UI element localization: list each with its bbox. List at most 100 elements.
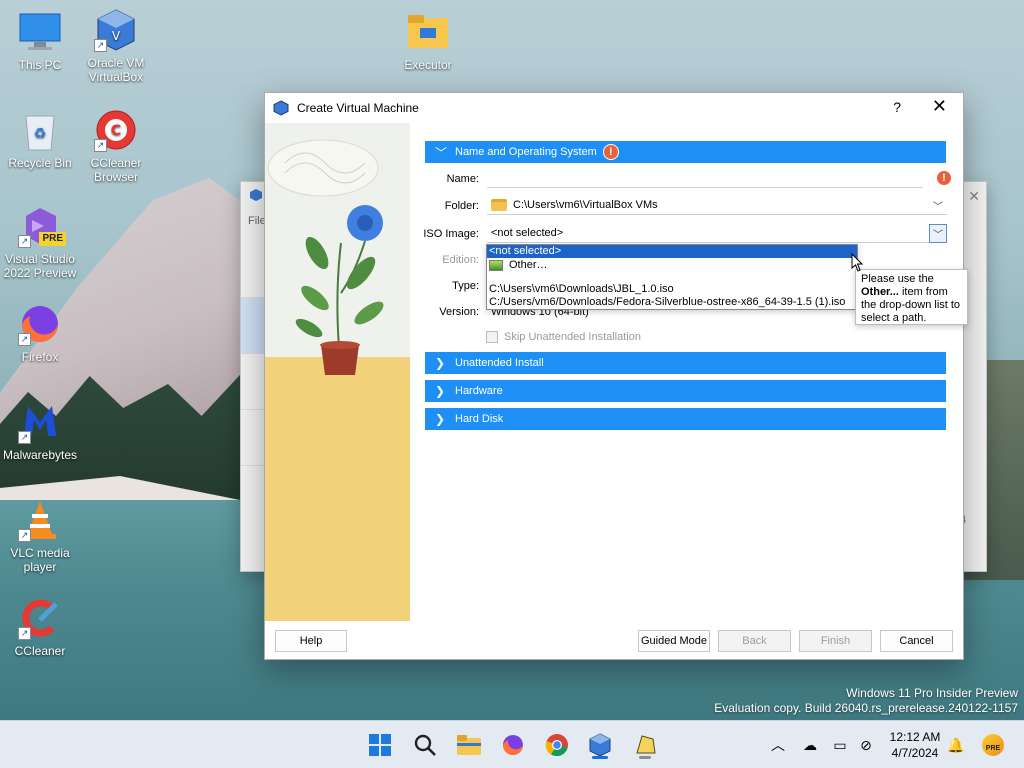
file-explorer-icon[interactable] <box>453 729 485 761</box>
desktop-icon-this-pc[interactable]: This PC <box>0 10 80 72</box>
chevron-up-icon[interactable]: ︿ <box>768 735 788 755</box>
chevron-right-icon: ❯ <box>435 384 446 398</box>
tooltip-line: Other... item from <box>861 286 962 299</box>
desktop-icon-label: This PC <box>18 58 62 72</box>
svg-text:V: V <box>112 29 121 43</box>
dialog-title: Create Virtual Machine <box>297 101 419 115</box>
shortcut-arrow-icon: ↗ <box>18 529 31 542</box>
firefox-icon[interactable] <box>497 729 529 761</box>
notification-bell-icon[interactable]: 🔔 <box>946 735 966 755</box>
cancel-button[interactable]: Cancel <box>880 630 953 652</box>
recycle-bin-icon: ♻ <box>18 108 62 152</box>
executor-icon[interactable] <box>629 729 661 761</box>
image-file-icon <box>489 259 503 271</box>
virtualbox-icon <box>273 100 289 116</box>
chrome-icon[interactable] <box>541 729 573 761</box>
guided-mode-button[interactable]: Guided Mode <box>638 630 710 652</box>
desktop-icon-label: Visual Studio 2022 Preview <box>3 252 77 280</box>
section-unattended-install[interactable]: ❯ Unattended Install <box>425 352 946 374</box>
desktop-icon-visual-studio[interactable]: PRE ↗ Visual Studio 2022 Preview <box>0 204 80 280</box>
skip-unattended-checkbox[interactable]: Skip Unattended Installation <box>486 331 641 343</box>
section-hard-disk[interactable]: ❯ Hard Disk <box>425 408 946 430</box>
name-field[interactable] <box>487 169 923 188</box>
iso-image-value: <not selected> <box>491 227 564 239</box>
desktop-icon-vlc[interactable]: ↗ VLC media player <box>0 498 80 574</box>
back-button[interactable]: Back <box>718 630 791 652</box>
shortcut-arrow-icon: ↗ <box>18 431 31 444</box>
virtualbox-icon: V ↗ <box>94 8 138 52</box>
chevron-right-icon: ❯ <box>435 412 446 426</box>
chevron-down-icon[interactable]: ﹀ <box>929 224 947 243</box>
create-vm-dialog[interactable]: Create Virtual Machine ? ✕ ﹀ Name and Op… <box>264 92 968 660</box>
desktop-icon-ccleaner[interactable]: ↗ CCleaner <box>0 596 80 658</box>
name-label: Name: <box>446 173 479 185</box>
dropdown-item-fedora-iso[interactable]: C:/Users/vm6/Downloads/Fedora-Silverblue… <box>487 296 857 309</box>
section-name-and-os[interactable]: ﹀ Name and Operating System ! <box>425 141 946 163</box>
shortcut-arrow-icon: ↗ <box>94 39 107 52</box>
running-indicator <box>639 756 651 759</box>
version-label: Version: <box>439 306 479 318</box>
shortcut-arrow-icon: ↗ <box>94 139 107 152</box>
active-indicator <box>592 756 608 759</box>
windows-watermark: Windows 11 Pro Insider Preview Evaluatio… <box>714 686 1018 716</box>
edition-label: Edition: <box>442 254 479 266</box>
watermark-line: Windows 11 Pro Insider Preview <box>846 686 1018 700</box>
desktop-icon-malwarebytes[interactable]: ↗ Malwarebytes <box>0 400 80 462</box>
skip-unattended-label: Skip Unattended Installation <box>504 331 641 343</box>
help-button[interactable]: Help <box>275 630 347 652</box>
firefox-icon: ↗ <box>18 302 62 346</box>
dialog-titlebar[interactable]: Create Virtual Machine ? ✕ <box>265 93 963 123</box>
iso-image-combo[interactable]: <not selected> ﹀ <box>487 224 947 243</box>
desktop-icon-recycle-bin[interactable]: ♻ Recycle Bin <box>0 108 80 170</box>
svg-text:C: C <box>111 123 121 139</box>
clock-time: 12:12 AM <box>889 730 941 744</box>
desktop-icon-label: Firefox <box>21 350 59 364</box>
clock-date: 4/7/2024 <box>891 746 939 760</box>
pre-badge: PRE <box>39 232 66 246</box>
virtualbox-icon[interactable] <box>584 729 616 761</box>
svg-text:♻: ♻ <box>34 126 47 142</box>
monitor-tray-icon[interactable]: ▭ <box>830 735 850 755</box>
chevron-down-icon[interactable]: ﹀ <box>929 196 947 215</box>
folder-combo[interactable]: C:\Users\vm6\VirtualBox VMs ﹀ <box>487 196 947 215</box>
desktop-icon-executor[interactable]: Executor <box>388 10 468 72</box>
taskbar[interactable]: ︿ ☁ ▭ ⊘ 12:12 AM 4/7/2024 🔔 PRE <box>0 720 1024 768</box>
cloud-offline-icon[interactable]: ☁ <box>800 735 820 755</box>
desktop-icon-firefox[interactable]: ↗ Firefox <box>0 302 80 364</box>
watermark-line: Evaluation copy. Build 26040.rs_prerelea… <box>714 701 1018 715</box>
checkbox-box[interactable] <box>486 331 498 343</box>
network-icon[interactable]: ⊘ <box>856 735 876 755</box>
desktop-icon-virtualbox[interactable]: V ↗ Oracle VM VirtualBox <box>76 8 156 84</box>
desktop-icon-label: Malwarebytes <box>2 448 78 462</box>
close-icon[interactable]: ✕ <box>968 188 980 205</box>
shortcut-arrow-icon: ↗ <box>18 333 31 346</box>
taskbar-clock[interactable]: 12:12 AM 4/7/2024 <box>880 729 950 761</box>
finish-button[interactable]: Finish <box>799 630 872 652</box>
folder-value: C:\Users\vm6\VirtualBox VMs <box>513 199 658 211</box>
help-icon[interactable]: ? <box>893 99 901 115</box>
desktop-icon-label: Oracle VM VirtualBox <box>87 56 145 84</box>
dropdown-item-label: Other… <box>509 258 548 271</box>
desktop-icon-ccleaner-browser[interactable]: C ↗ CCleaner Browser <box>76 108 156 184</box>
monitor-icon <box>18 10 62 54</box>
search-icon[interactable] <box>409 729 441 761</box>
desktop-icon-label: Recycle Bin <box>8 156 72 170</box>
dropdown-separator <box>487 272 857 283</box>
close-icon[interactable]: ✕ <box>932 96 947 117</box>
dropdown-item-jbl-iso[interactable]: C:\Users\vm6\Downloads\JBL_1.0.iso <box>487 283 857 296</box>
start-icon[interactable] <box>364 729 396 761</box>
chevron-right-icon: ❯ <box>435 356 446 370</box>
iso-image-dropdown[interactable]: <not selected> Other… C:\Users\vm6\Downl… <box>486 244 858 310</box>
virtualbox-icon <box>250 189 262 201</box>
flower-pot-icon <box>267 139 384 375</box>
section-hardware[interactable]: ❯ Hardware <box>425 380 946 402</box>
warning-icon: ! <box>936 170 952 186</box>
mouse-cursor-icon <box>851 253 864 272</box>
dropdown-item-other[interactable]: Other… <box>487 258 857 272</box>
dropdown-item-not-selected[interactable]: <not selected> <box>487 245 857 258</box>
desktop-icon-label: VLC media player <box>10 546 70 574</box>
tooltip-rest: item from <box>898 286 948 298</box>
pre-badge: PRE <box>982 734 1004 756</box>
iso-image-label: ISO Image: <box>423 228 479 240</box>
copilot-pre-icon[interactable]: PRE <box>980 734 1006 756</box>
